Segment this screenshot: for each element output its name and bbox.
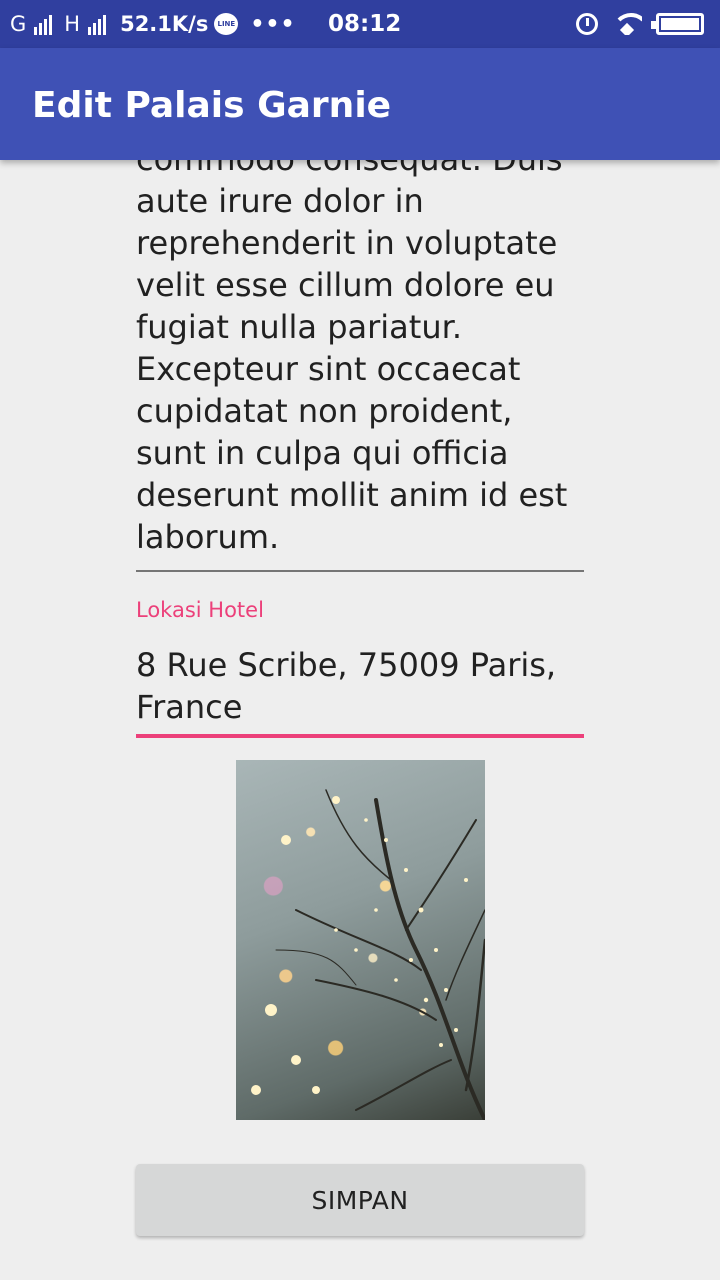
clock: 08:12	[328, 11, 402, 37]
network-type-1: G	[10, 12, 27, 36]
status-left: G H 52.1K/s LINE •••	[10, 0, 296, 48]
network-type-2: H	[64, 12, 81, 36]
battery-icon	[651, 13, 704, 35]
hotel-photo[interactable]	[236, 760, 485, 1120]
page-title: Edit Palais Garnie	[32, 85, 392, 126]
line-app-icon: LINE	[214, 13, 239, 35]
description-underline	[136, 570, 584, 572]
tree-branches-graphic	[251, 789, 485, 1120]
description-field[interactable]: commodo consequat. Duis aute irure dolor…	[136, 160, 584, 558]
status-bar: G H 52.1K/s LINE ••• 08:12	[0, 0, 720, 48]
signal-icon-1	[34, 13, 53, 35]
save-button[interactable]: SIMPAN	[136, 1164, 584, 1236]
location-underline-focused	[136, 734, 584, 738]
alarm-icon	[576, 13, 598, 35]
signal-icon-2	[88, 13, 107, 35]
network-speed: 52.1K/s	[120, 12, 209, 36]
location-label: Lokasi Hotel	[136, 598, 264, 622]
wifi-icon	[612, 13, 642, 35]
edit-form: commodo consequat. Duis aute irure dolor…	[0, 160, 720, 1280]
status-right	[576, 0, 704, 48]
app-bar: Edit Palais Garnie	[0, 48, 720, 160]
location-field[interactable]: 8 Rue Scribe, 75009 Paris, France	[136, 644, 584, 728]
more-notifications-icon: •••	[250, 11, 296, 37]
